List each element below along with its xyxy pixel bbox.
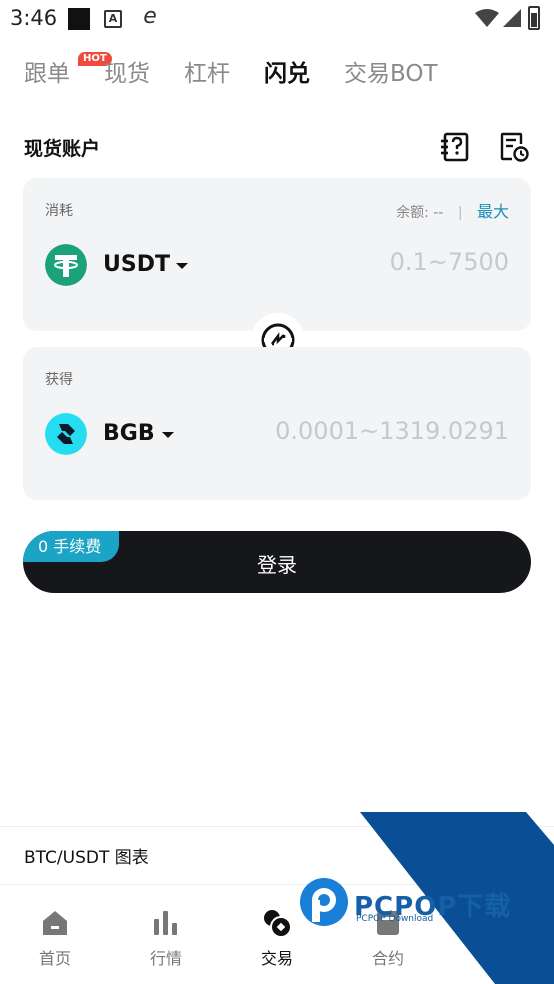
market-chart-icon bbox=[154, 911, 177, 935]
from-label: 消耗 bbox=[45, 203, 73, 219]
login-button[interactable]: 0 手续费 登录 bbox=[23, 531, 531, 593]
tab-trading-bot[interactable]: 交易BOT bbox=[344, 56, 438, 92]
tab-convert[interactable]: 闪兑 bbox=[264, 56, 310, 92]
watermark-subtext: PCPOP Download bbox=[356, 914, 434, 924]
notification-a-icon: A bbox=[104, 10, 122, 28]
wifi-icon bbox=[475, 9, 499, 27]
from-asset-card: 消耗 余额: -- | 最大 USDT bbox=[23, 178, 531, 331]
usdt-logo-icon bbox=[45, 244, 87, 286]
to-coin-selector[interactable]: BGB bbox=[103, 421, 155, 446]
max-button[interactable]: 最大 bbox=[477, 202, 509, 221]
history-record-icon[interactable] bbox=[499, 132, 529, 162]
tab-spot[interactable]: 现货 bbox=[104, 56, 150, 92]
nav-label: 交易 bbox=[260, 949, 293, 968]
balance-label: 余额: bbox=[396, 205, 429, 221]
nav-label: 行情 bbox=[149, 949, 182, 968]
tab-label: 跟单 bbox=[24, 61, 70, 87]
trade-icon bbox=[264, 910, 292, 938]
browser-e-icon: e bbox=[143, 4, 157, 29]
tab-label: 交易BOT bbox=[344, 61, 438, 87]
tab-margin[interactable]: 杠杆 bbox=[184, 56, 230, 92]
balance-value: -- bbox=[433, 205, 444, 221]
notification-square-icon bbox=[68, 8, 90, 30]
from-coin-selector[interactable]: USDT bbox=[103, 252, 170, 277]
tab-label: 现货 bbox=[104, 61, 150, 87]
bgb-logo-icon bbox=[45, 413, 87, 455]
status-bar: 3:46 A e bbox=[0, 0, 554, 38]
nav-home[interactable]: 首页 bbox=[0, 885, 110, 984]
pcpop-logo-icon bbox=[300, 878, 348, 926]
tab-label: 闪兑 bbox=[264, 61, 310, 87]
status-time: 3:46 bbox=[10, 6, 58, 30]
nav-label: 首页 bbox=[38, 949, 71, 968]
chevron-down-icon[interactable] bbox=[162, 432, 174, 438]
to-asset-card: 获得 BGB bbox=[23, 347, 531, 500]
tab-copy-trading[interactable]: 跟单 HOT bbox=[24, 52, 112, 92]
balance-separator: | bbox=[457, 205, 463, 221]
chevron-down-icon[interactable] bbox=[176, 263, 188, 269]
balance-row: 余额: -- | 最大 bbox=[396, 198, 509, 222]
signal-icon bbox=[503, 9, 521, 27]
home-icon bbox=[43, 911, 67, 935]
battery-icon bbox=[528, 6, 540, 30]
account-title: 现货账户 bbox=[24, 138, 101, 160]
to-amount-input[interactable] bbox=[209, 413, 509, 449]
to-label: 获得 bbox=[45, 372, 73, 388]
tab-label: 杠杆 bbox=[184, 61, 230, 87]
login-label: 登录 bbox=[257, 553, 297, 577]
chart-section-title[interactable]: BTC/USDT 图表 bbox=[24, 843, 149, 868]
order-book-icon[interactable] bbox=[440, 132, 470, 162]
nav-market[interactable]: 行情 bbox=[111, 885, 221, 984]
from-amount-input[interactable] bbox=[249, 244, 509, 280]
trade-mode-tabs: 跟单 HOT 现货 杠杆 闪兑 交易BOT bbox=[0, 52, 554, 96]
